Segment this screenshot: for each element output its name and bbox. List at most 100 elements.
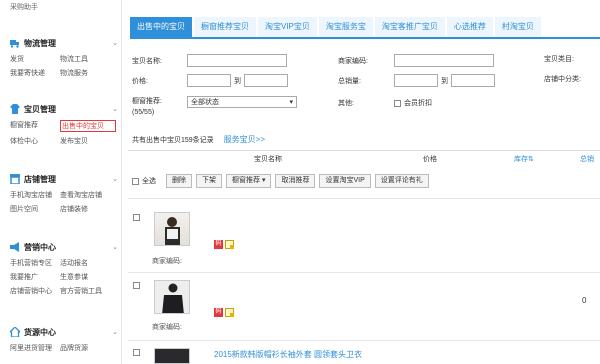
sales-min-input[interactable]	[394, 74, 438, 87]
other-label: 其他:	[338, 100, 354, 107]
status-select[interactable]: 全部状态 ▾	[187, 96, 297, 108]
sidebar-link-decorate[interactable]: 店铺装修	[60, 204, 116, 214]
merchant-code-label: 商家编码:	[152, 258, 182, 265]
sidebar-section-logistics: 物流管理 ⌄ 发货 物流工具 我要寄快递 物流服务	[10, 37, 120, 78]
sidebar-section-title: 宝贝管理	[24, 104, 56, 114]
chevron-down-icon[interactable]: ⌄	[112, 175, 118, 183]
select-all-checkbox[interactable]	[132, 177, 139, 185]
col-price: 价格	[423, 156, 437, 163]
bulk-toolbar: 全选 删除 下架 橱窗推荐 ▾ 取消推荐 设置淘宝VIP 设置评论有礼	[132, 174, 433, 188]
window-recommend-button[interactable]: 橱窗推荐 ▾	[226, 174, 272, 188]
product-thumbnail[interactable]	[154, 280, 190, 314]
sidebar-link-ali-purchase[interactable]: 阿里进货管理	[10, 343, 60, 353]
sidebar-section-header[interactable]: 宝贝管理 ⌄	[10, 103, 120, 115]
chevron-down-icon[interactable]: ⌄	[112, 243, 118, 251]
sidebar-link-checkup[interactable]: 体检中心	[10, 136, 60, 146]
sidebar-link-items-on-sale[interactable]: 出售中的宝贝	[60, 120, 116, 132]
document-badge-icon	[225, 240, 234, 249]
product-title-link[interactable]: 2015新款韩版帽衫长袖外套 圆领套头卫衣	[214, 349, 362, 360]
sidebar-link-logistics-tools[interactable]: 物流工具	[60, 54, 116, 64]
shirt-icon	[10, 104, 20, 114]
summary-bar: 共有出售中宝贝159条记录 服务宝贝>>	[132, 134, 265, 145]
sidebar-link-business-advisor[interactable]: 生意参谋	[60, 272, 116, 282]
member-discount-checkbox[interactable]	[394, 99, 401, 107]
sidebar-link-promote[interactable]: 我要推广	[10, 272, 60, 282]
tab-curated[interactable]: 心选推荐	[446, 17, 493, 37]
sidebar-section-title: 货源中心	[24, 327, 56, 337]
merchant-code-input[interactable]	[394, 54, 494, 67]
sidebar-link-brand-supply[interactable]: 品牌货源	[60, 343, 116, 353]
row-checkbox[interactable]	[133, 282, 140, 289]
mobile-badge-icon: 码	[214, 240, 223, 249]
sidebar-link-activity-signup[interactable]: 活动报名	[60, 258, 116, 268]
status-select-value: 全部状态	[191, 99, 219, 106]
table-row: 2015新款韩版帽衫长袖外套 圆领套头卫衣	[128, 346, 600, 364]
sidebar-section-header[interactable]: 货源中心 ⌄	[10, 326, 120, 338]
item-name-input[interactable]	[187, 54, 287, 67]
col-stock-sort[interactable]: 库存⇅	[514, 154, 534, 164]
sidebar-section-title: 物流管理	[24, 38, 56, 48]
sidebar-section-items: 宝贝管理 ⌄ 橱窗推荐 出售中的宝贝 体检中心 发布宝贝	[10, 103, 120, 146]
sidebar-link-ship[interactable]: 发货	[10, 54, 60, 64]
chevron-down-icon[interactable]: ⌄	[112, 105, 118, 113]
col-name: 宝贝名称	[254, 156, 282, 163]
dropdown-arrow-icon: ▾	[261, 177, 266, 184]
chevron-down-icon[interactable]: ⌄	[112, 39, 118, 47]
set-vip-button[interactable]: 设置淘宝VIP	[319, 174, 371, 188]
select-all-label: 全选	[142, 178, 156, 185]
sort-arrow-icon: ⇅	[528, 156, 534, 163]
product-thumbnail[interactable]	[154, 348, 190, 364]
delete-button[interactable]: 删除	[166, 174, 192, 188]
sidebar-link-image-space[interactable]: 图片空间	[10, 204, 60, 214]
sidebar-link-marketing-center[interactable]: 店铺营销中心	[10, 286, 60, 296]
window-recommend-label: 橱窗推荐	[232, 177, 260, 184]
price-max-input[interactable]	[244, 74, 288, 87]
merchant-code-label: 商家编码:	[152, 324, 182, 331]
merchant-code-label: 商家编码:	[338, 57, 368, 65]
sidebar-link-mobile-marketing[interactable]: 手机营销专区	[10, 258, 60, 268]
tab-vip-items[interactable]: 淘宝VIP宝贝	[258, 17, 317, 37]
price-min-input[interactable]	[187, 74, 231, 87]
tab-service-items[interactable]: 淘宝服务宝	[318, 17, 373, 37]
tab-taoke-items[interactable]: 淘宝客推广宝贝	[374, 17, 445, 37]
sidebar-link-logistics-service[interactable]: 物流服务	[60, 68, 116, 78]
row-checkbox[interactable]	[133, 214, 140, 221]
sidebar-section-marketing: 营销中心 ⌄ 手机营销专区 活动报名 我要推广 生意参谋 店铺营销中心 官方营销…	[10, 241, 120, 296]
row-sales-value: 0	[582, 296, 587, 305]
sidebar-section-store: 店铺管理 ⌄ 手机淘宝店铺 查看淘宝店铺 图片空间 店铺装修	[10, 173, 120, 214]
sidebar-section-header[interactable]: 营销中心 ⌄	[10, 241, 120, 253]
sidebar-link-view-store[interactable]: 查看淘宝店铺	[60, 190, 116, 200]
sidebar-link-window[interactable]: 橱窗推荐	[10, 120, 60, 132]
sidebar-link-official-tools[interactable]: 官方营销工具	[60, 286, 116, 296]
tab-items-on-sale[interactable]: 出售中的宝贝	[130, 17, 192, 37]
sidebar-section-header[interactable]: 物流管理 ⌄	[10, 37, 120, 49]
col-sales-sort[interactable]: 总销	[580, 154, 594, 164]
sales-max-input[interactable]	[451, 74, 495, 87]
table-row: 0 码 商家编码:	[128, 278, 600, 340]
table-row: 码 商家编码:	[128, 210, 600, 272]
chevron-down-icon[interactable]: ⌄	[112, 328, 118, 336]
main-content: 出售中的宝贝 橱窗推荐宝贝 淘宝VIP宝贝 淘宝服务宝 淘宝客推广宝贝 心选推荐…	[128, 0, 600, 364]
tab-window-recommend[interactable]: 橱窗推荐宝贝	[194, 17, 256, 37]
sidebar-section-header[interactable]: 店铺管理 ⌄	[10, 173, 120, 185]
sidebar: 采购助手 物流管理 ⌄ 发货 物流工具 我要寄快递 物流服务 宝贝管理 ⌄ 橱窗…	[0, 0, 122, 364]
service-items-link[interactable]: 服务宝贝>>	[224, 134, 265, 145]
sidebar-top-link[interactable]: 采购助手	[10, 2, 38, 12]
home-icon	[10, 327, 20, 337]
tab-bar: 出售中的宝贝 橱窗推荐宝贝 淘宝VIP宝贝 淘宝服务宝 淘宝客推广宝贝 心选推荐…	[130, 17, 600, 39]
tab-village-items[interactable]: 村淘宝贝	[494, 17, 541, 37]
product-image	[162, 283, 184, 313]
product-thumbnail[interactable]	[154, 212, 190, 246]
table-header: 宝贝名称 价格 库存⇅ 总销	[128, 150, 600, 164]
row-checkbox[interactable]	[133, 349, 140, 356]
sidebar-section-supply: 货源中心 ⌄ 阿里进货管理 品牌货源	[10, 326, 120, 353]
delist-button[interactable]: 下架	[196, 174, 222, 188]
sidebar-section-title: 店铺管理	[24, 174, 56, 184]
set-review-gift-button[interactable]: 设置评论有礼	[374, 174, 429, 188]
sidebar-link-mobile-store[interactable]: 手机淘宝店铺	[10, 190, 60, 200]
record-count: 共有出售中宝贝159条记录	[132, 136, 214, 144]
cancel-recommend-button[interactable]: 取消推荐	[275, 174, 316, 188]
sidebar-link-publish[interactable]: 发布宝贝	[60, 136, 116, 146]
sidebar-link-send-express[interactable]: 我要寄快递	[10, 68, 60, 78]
store-icon	[10, 174, 20, 184]
